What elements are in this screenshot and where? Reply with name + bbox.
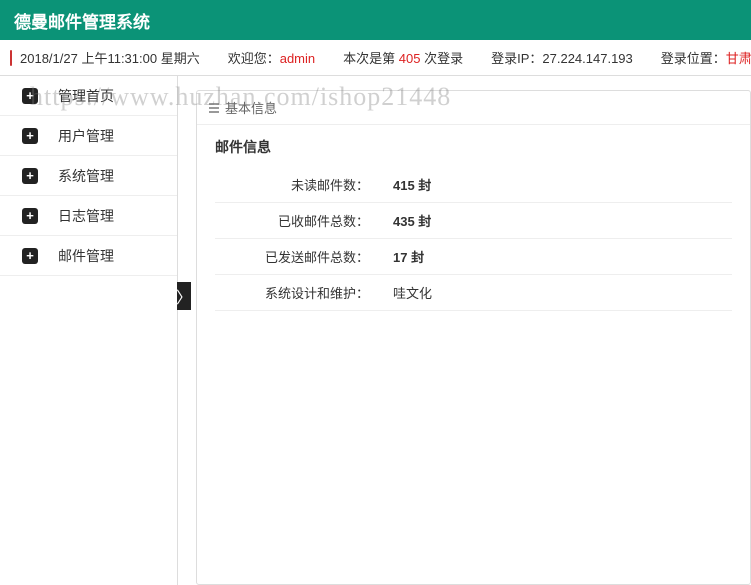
list-icon [209, 103, 219, 113]
row-label: 未读邮件数： [215, 167, 375, 203]
section-title: 邮件信息 [215, 137, 732, 157]
sidebar-item-system[interactable]: + 系统管理 [0, 156, 177, 196]
sidebar: + 管理首页 + 用户管理 + 系统管理 + 日志管理 + 邮件管理 〉 [0, 76, 178, 585]
mail-info-table: 未读邮件数： 415 封 已收邮件总数： 435 封 已发送邮件总数： 17 封… [215, 167, 732, 311]
welcome-segment: 欢迎您：admin [228, 48, 315, 67]
ip-segment: 登录IP：27.224.147.193 [491, 48, 633, 67]
location-label: 登录位置： [661, 51, 726, 66]
plus-icon: + [22, 88, 38, 104]
row-label: 系统设计和维护： [215, 275, 375, 311]
info-bar: 2018/1/27 上午11:31:00 星期六 欢迎您：admin 本次是第 … [0, 40, 751, 76]
app-header: 德曼邮件管理系统 [0, 0, 751, 40]
sidebar-item-label: 系统管理 [58, 166, 114, 186]
welcome-user: admin [280, 51, 315, 66]
datetime-text: 2018/1/27 上午11:31:00 星期六 [20, 48, 200, 67]
calendar-icon [10, 50, 12, 66]
sidebar-item-label: 邮件管理 [58, 246, 114, 266]
login-count-segment: 本次是第 405 次登录 [343, 48, 463, 67]
row-label: 已发送邮件总数： [215, 239, 375, 275]
table-row: 未读邮件数： 415 封 [215, 167, 732, 203]
table-row: 系统设计和维护： 哇文化 [215, 275, 732, 311]
plus-icon: + [22, 168, 38, 184]
app-title: 德曼邮件管理系统 [14, 8, 150, 33]
panel-header: 基本信息 [197, 91, 750, 125]
ip-label: 登录IP： [491, 51, 542, 66]
login-count-suffix: 次登录 [420, 51, 463, 66]
table-row: 已发送邮件总数： 17 封 [215, 239, 732, 275]
plus-icon: + [22, 208, 38, 224]
row-value: 17 封 [375, 239, 732, 275]
row-value: 415 封 [375, 167, 732, 203]
sidebar-item-mail[interactable]: + 邮件管理 [0, 236, 177, 276]
panel-title: 基本信息 [225, 98, 277, 117]
location-segment: 登录位置：甘肃省 [661, 48, 751, 67]
row-value: 435 封 [375, 203, 732, 239]
main-layout: + 管理首页 + 用户管理 + 系统管理 + 日志管理 + 邮件管理 〉 基本信… [0, 76, 751, 585]
sidebar-item-label: 日志管理 [58, 206, 114, 226]
plus-icon: + [22, 248, 38, 264]
row-label: 已收邮件总数： [215, 203, 375, 239]
login-count-prefix: 本次是第 [343, 51, 399, 66]
location-value: 甘肃省 [726, 51, 751, 66]
panel-body: 邮件信息 未读邮件数： 415 封 已收邮件总数： 435 封 已发送邮件总数：… [197, 125, 750, 323]
sidebar-item-label: 用户管理 [58, 126, 114, 146]
row-value: 哇文化 [375, 275, 732, 311]
table-row: 已收邮件总数： 435 封 [215, 203, 732, 239]
main-content: 基本信息 邮件信息 未读邮件数： 415 封 已收邮件总数： 435 封 已发送… [178, 76, 751, 585]
ip-value: 27.224.147.193 [542, 51, 632, 66]
info-panel: 基本信息 邮件信息 未读邮件数： 415 封 已收邮件总数： 435 封 已发送… [196, 90, 751, 585]
welcome-prefix: 欢迎您： [228, 51, 280, 66]
sidebar-item-logs[interactable]: + 日志管理 [0, 196, 177, 236]
login-count: 405 [399, 51, 421, 66]
sidebar-item-home[interactable]: + 管理首页 [0, 76, 177, 116]
sidebar-item-label: 管理首页 [58, 86, 114, 106]
sidebar-item-users[interactable]: + 用户管理 [0, 116, 177, 156]
plus-icon: + [22, 128, 38, 144]
